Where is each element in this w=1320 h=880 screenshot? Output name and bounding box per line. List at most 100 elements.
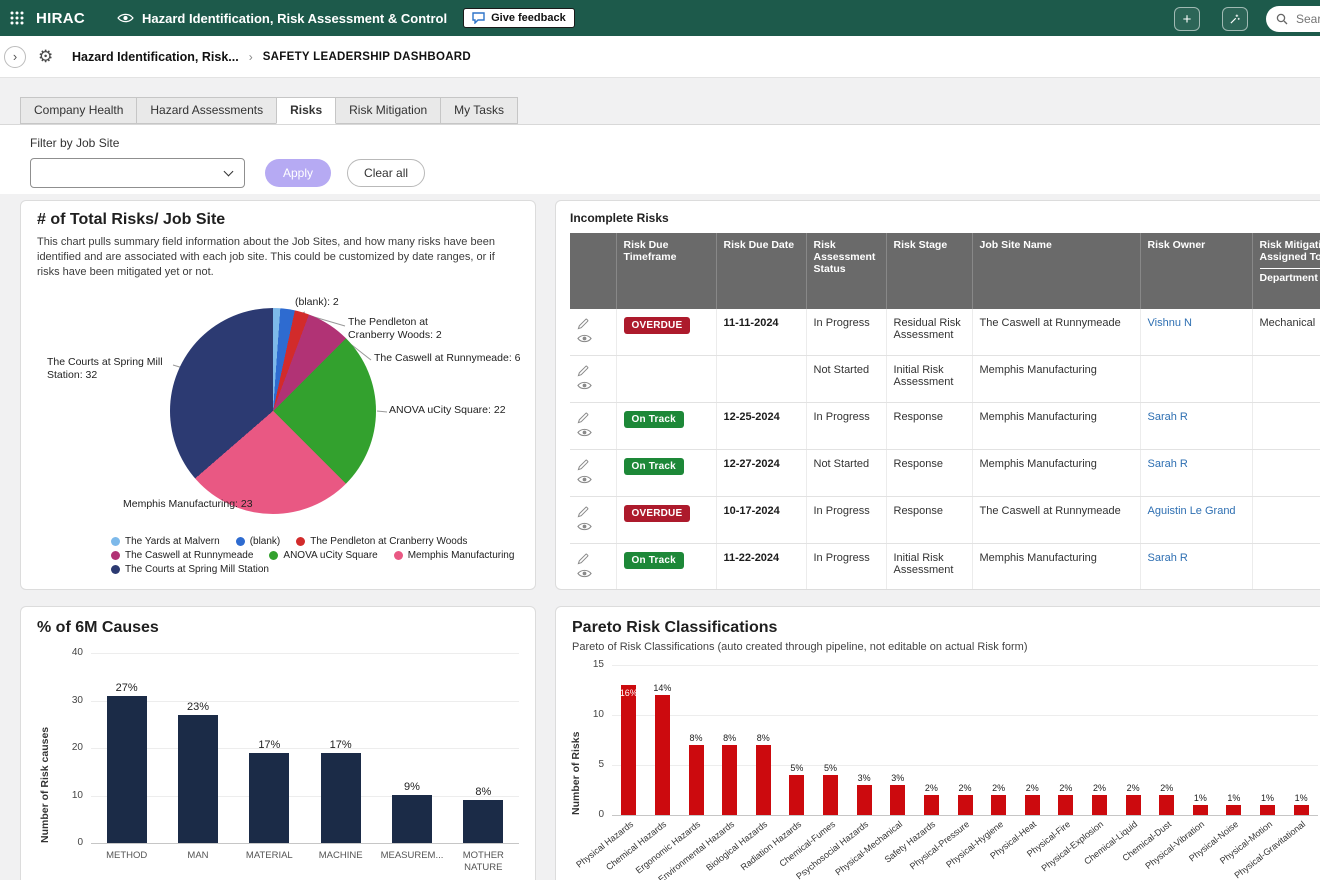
breadcrumb-app-link[interactable]: Hazard Identification, Risk... (72, 50, 239, 64)
column-header[interactable] (570, 233, 616, 309)
status-cell: In Progress (806, 309, 886, 356)
bar-value-label: 8% (743, 733, 783, 743)
timeframe-cell (616, 356, 716, 403)
pie-card-title: # of Total Risks/ Job Site (37, 211, 519, 229)
pie-circle (170, 308, 376, 514)
breadcrumb-bar: › ⚙ Hazard Identification, Risk... › SAF… (0, 36, 1320, 78)
bar-value-label: 17% (249, 739, 289, 751)
x-axis-label: MATERIAL (230, 850, 309, 862)
expand-sidebar-button[interactable]: › (4, 46, 26, 68)
job-site-cell: The Caswell at Runnymeade (972, 309, 1140, 356)
breadcrumb-current-page: SAFETY LEADERSHIP DASHBOARD (263, 51, 471, 63)
bar-physical-pressure (958, 795, 973, 815)
six-m-causes-card: % of 6M Causes Number of Risk causes 010… (20, 606, 536, 880)
six-m-plot: 01020304027%METHOD23%MAN17%MATERIAL17%MA… (91, 653, 519, 843)
column-header[interactable]: Risk Owner (1140, 233, 1252, 309)
view-eye-icon[interactable] (577, 380, 592, 391)
view-eye-icon[interactable] (577, 474, 592, 485)
status-cell: Not Started (806, 450, 886, 497)
gridline (91, 796, 519, 797)
pie-legend: The Yards at Malvern(blank)The Pendleton… (111, 536, 519, 575)
app-grid-icon[interactable] (10, 11, 24, 25)
column-header-sub-label: Department (1260, 268, 1320, 284)
edit-pencil-icon[interactable] (577, 364, 592, 377)
column-header[interactable]: Job Site Name (972, 233, 1140, 309)
bar-measurem- (392, 795, 432, 843)
y-tick-label: 40 (57, 647, 83, 658)
edit-pencil-icon[interactable] (577, 411, 592, 424)
x-axis-label: METHOD (87, 850, 166, 862)
bar-physical-mechanical (890, 785, 905, 815)
dashboard-screen: HIRAC Hazard Identification, Risk Assess… (0, 0, 1320, 880)
risk-row: On Track11-22-2024In ProgressInitial Ris… (570, 544, 1320, 591)
tab-hazard-assessments[interactable]: Hazard Assessments (136, 97, 277, 124)
legend-label: ANOVA uCity Square (283, 550, 377, 561)
column-header[interactable]: Risk Due Date (716, 233, 806, 309)
legend-dot (269, 551, 278, 560)
search-box[interactable] (1266, 6, 1320, 32)
tools-icon[interactable] (1222, 7, 1248, 31)
bar-mother-nature (463, 800, 503, 843)
gridline (612, 815, 1318, 816)
legend-label: Memphis Manufacturing (408, 550, 515, 561)
tab-risks[interactable]: Risks (276, 97, 336, 124)
y-tick-label: 10 (57, 790, 83, 801)
add-button[interactable]: + (1174, 7, 1200, 31)
legend-dot (111, 537, 120, 546)
tab-risk-mitigation[interactable]: Risk Mitigation (335, 97, 441, 124)
page-title: Hazard Identification, Risk Assessment &… (142, 11, 447, 26)
search-input[interactable] (1294, 11, 1320, 27)
incomplete-risks-table: Risk Due TimeframeRisk Due DateRisk Asse… (570, 233, 1320, 590)
give-feedback-button[interactable]: Give feedback (463, 8, 575, 28)
bar-machine (321, 753, 361, 843)
view-eye-icon[interactable] (577, 521, 592, 532)
view-eye-icon[interactable] (577, 427, 592, 438)
edit-pencil-icon[interactable] (577, 552, 592, 565)
column-header[interactable]: Risk Mitigation Assigned To - Department (1252, 233, 1320, 309)
timeframe-cell: On Track (616, 403, 716, 450)
edit-pencil-icon[interactable] (577, 458, 592, 471)
clear-all-button[interactable]: Clear all (347, 159, 425, 187)
job-site-select[interactable] (30, 158, 245, 188)
risk-owner-link[interactable]: Sarah R (1148, 458, 1188, 470)
tab-my-tasks[interactable]: My Tasks (440, 97, 518, 124)
x-axis-label: MAN (158, 850, 237, 862)
column-header[interactable]: Risk Stage (886, 233, 972, 309)
legend-label: The Courts at Spring Mill Station (125, 564, 269, 575)
edit-pencil-icon[interactable] (577, 317, 592, 330)
y-tick-label: 10 (578, 709, 604, 720)
bar-card-title: % of 6M Causes (37, 619, 519, 637)
column-header[interactable]: Risk Due Timeframe (616, 233, 716, 309)
bar-man (178, 715, 218, 843)
job-site-cell: The Caswell at Runnymeade (972, 497, 1140, 544)
table-header-row: Risk Due TimeframeRisk Due DateRisk Asse… (570, 233, 1320, 309)
view-eye-icon[interactable] (577, 333, 592, 344)
view-eye-icon[interactable] (577, 568, 592, 579)
bar-value-label: 8% (463, 786, 503, 798)
timeframe-badge: OVERDUE (624, 505, 691, 522)
department-cell (1252, 544, 1320, 591)
timeframe-badge: On Track (624, 552, 684, 569)
tab-company-health[interactable]: Company Health (20, 97, 137, 124)
risk-row: On Track12-27-2024Not StartedResponseMem… (570, 450, 1320, 497)
gridline (91, 748, 519, 749)
risk-owner-link[interactable]: Vishnu N (1148, 317, 1192, 329)
pareto-chart: Number of Risks 05101516%Physical Hazard… (572, 665, 1320, 815)
bar-value-label: 2% (1147, 783, 1187, 793)
x-axis-label: MACHINE (301, 850, 380, 862)
pie-callout: Memphis Manufacturing: 23 (123, 498, 253, 511)
risk-owner-link[interactable]: Sarah R (1148, 552, 1188, 564)
risk-owner-link[interactable]: Sarah R (1148, 411, 1188, 423)
risk-owner-link[interactable]: Aguistin Le Grand (1148, 505, 1236, 517)
filter-panel: Filter by Job Site Apply Clear all (0, 124, 1320, 194)
column-header-label: Risk Mitigation Assigned To - (1260, 239, 1320, 263)
gridline (612, 715, 1318, 716)
legend-label: The Yards at Malvern (125, 536, 220, 547)
column-header[interactable]: Risk Assessment Status (806, 233, 886, 309)
timeframe-badge: OVERDUE (624, 317, 691, 334)
apply-button[interactable]: Apply (265, 159, 331, 187)
department-cell (1252, 450, 1320, 497)
edit-pencil-icon[interactable] (577, 505, 592, 518)
settings-gear-icon[interactable]: ⚙ (38, 47, 53, 67)
due-date: 11-11-2024 (724, 317, 779, 329)
